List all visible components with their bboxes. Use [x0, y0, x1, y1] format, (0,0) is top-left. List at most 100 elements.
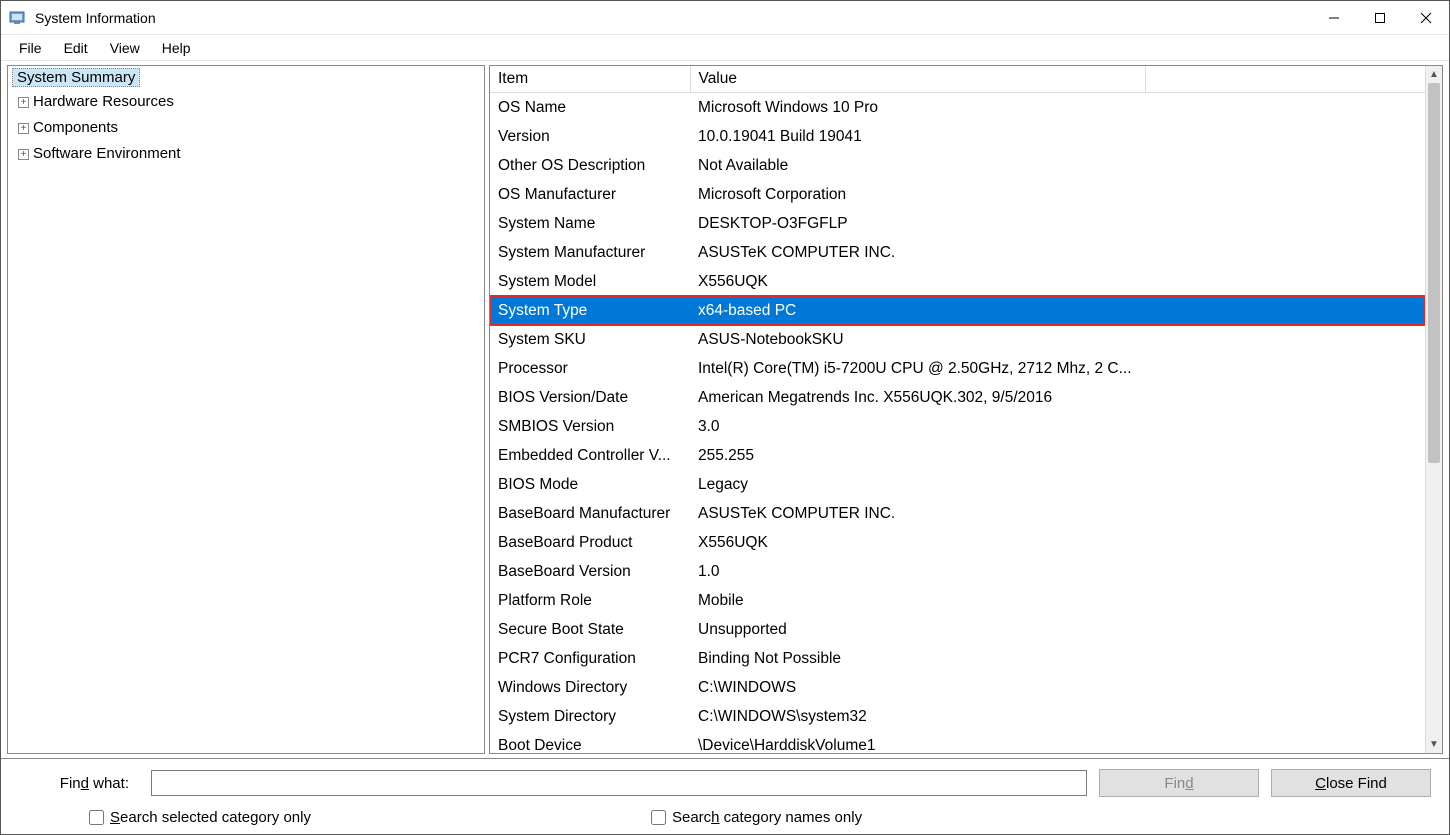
tree-item-label: Software Environment — [33, 142, 181, 166]
minimize-button[interactable] — [1311, 1, 1357, 35]
cell-item: BaseBoard Version — [490, 557, 690, 586]
table-row[interactable]: Boot Device\Device\HarddiskVolume1 — [490, 731, 1425, 753]
cell-item: Embedded Controller V... — [490, 441, 690, 470]
vertical-scrollbar[interactable]: ▲ ▼ — [1425, 66, 1442, 753]
cell-value: Unsupported — [690, 615, 1425, 644]
cell-value: Legacy — [690, 470, 1425, 499]
cell-value: Microsoft Corporation — [690, 180, 1425, 209]
window-title: System Information — [35, 10, 156, 26]
cell-item: Other OS Description — [490, 151, 690, 180]
menubar: File Edit View Help — [1, 35, 1449, 61]
cell-value: 255.255 — [690, 441, 1425, 470]
checkbox-search-selected-input[interactable] — [89, 810, 104, 825]
tree-item-label: Hardware Resources — [33, 90, 174, 114]
cell-value: ASUS-NotebookSKU — [690, 325, 1425, 354]
find-input[interactable] — [151, 770, 1087, 796]
tree-item[interactable]: + Software Environment — [12, 141, 480, 167]
table-row[interactable]: BaseBoard Version1.0 — [490, 557, 1425, 586]
cell-item: System SKU — [490, 325, 690, 354]
table-row[interactable]: OS ManufacturerMicrosoft Corporation — [490, 180, 1425, 209]
cell-item: PCR7 Configuration — [490, 644, 690, 673]
cell-item: Secure Boot State — [490, 615, 690, 644]
cell-value: C:\WINDOWS — [690, 673, 1425, 702]
cell-item: Boot Device — [490, 731, 690, 753]
expand-icon[interactable]: + — [18, 123, 29, 134]
expand-icon[interactable]: + — [18, 97, 29, 108]
menu-view[interactable]: View — [100, 38, 150, 58]
table-row[interactable]: Secure Boot StateUnsupported — [490, 615, 1425, 644]
cell-item: BaseBoard Manufacturer — [490, 499, 690, 528]
column-header-item[interactable]: Item — [490, 66, 690, 93]
table-row[interactable]: System ManufacturerASUSTeK COMPUTER INC. — [490, 238, 1425, 267]
table-row[interactable]: PCR7 ConfigurationBinding Not Possible — [490, 644, 1425, 673]
table-row[interactable]: BaseBoard ProductX556UQK — [490, 528, 1425, 557]
cell-value: 3.0 — [690, 412, 1425, 441]
menu-help[interactable]: Help — [152, 38, 201, 58]
find-button[interactable]: Find — [1099, 769, 1259, 797]
app-icon — [9, 9, 27, 27]
table-row[interactable]: BIOS ModeLegacy — [490, 470, 1425, 499]
cell-value: \Device\HarddiskVolume1 — [690, 731, 1425, 753]
table-row[interactable]: Embedded Controller V...255.255 — [490, 441, 1425, 470]
cell-item: Processor — [490, 354, 690, 383]
menu-edit[interactable]: Edit — [54, 38, 98, 58]
cell-item: SMBIOS Version — [490, 412, 690, 441]
tree-item[interactable]: + Hardware Resources — [12, 89, 480, 115]
table-row[interactable]: System NameDESKTOP-O3FGFLP — [490, 209, 1425, 238]
cell-item: BaseBoard Product — [490, 528, 690, 557]
table-row[interactable]: System ModelX556UQK — [490, 267, 1425, 296]
cell-item: BIOS Mode — [490, 470, 690, 499]
cell-value: 10.0.19041 Build 19041 — [690, 122, 1425, 151]
maximize-button[interactable] — [1357, 1, 1403, 35]
cell-item: Platform Role — [490, 586, 690, 615]
find-bar: Find what: Find Close Find Search select… — [1, 758, 1449, 834]
scroll-up-icon[interactable]: ▲ — [1426, 66, 1442, 83]
table-row[interactable]: OS NameMicrosoft Windows 10 Pro — [490, 93, 1425, 123]
cell-value: Mobile — [690, 586, 1425, 615]
table-row[interactable]: System SKUASUS-NotebookSKU — [490, 325, 1425, 354]
cell-item: System Directory — [490, 702, 690, 731]
detail-table[interactable]: Item Value OS NameMicrosoft Windows 10 P… — [490, 66, 1425, 753]
scrollbar-thumb[interactable] — [1428, 83, 1440, 463]
table-row[interactable]: Version10.0.19041 Build 19041 — [490, 122, 1425, 151]
cell-value: American Megatrends Inc. X556UQK.302, 9/… — [690, 383, 1425, 412]
table-row[interactable]: SMBIOS Version3.0 — [490, 412, 1425, 441]
cell-value: X556UQK — [690, 528, 1425, 557]
cell-item: Windows Directory — [490, 673, 690, 702]
table-row[interactable]: BIOS Version/DateAmerican Megatrends Inc… — [490, 383, 1425, 412]
cell-value: X556UQK — [690, 267, 1425, 296]
table-row[interactable]: Other OS DescriptionNot Available — [490, 151, 1425, 180]
cell-value: ASUSTeK COMPUTER INC. — [690, 499, 1425, 528]
scroll-down-icon[interactable]: ▼ — [1426, 736, 1442, 753]
expand-icon[interactable]: + — [18, 149, 29, 160]
cell-value: 1.0 — [690, 557, 1425, 586]
checkbox-search-names[interactable]: Search category names only — [651, 809, 862, 826]
titlebar: System Information — [1, 1, 1449, 35]
table-row[interactable]: System DirectoryC:\WINDOWS\system32 — [490, 702, 1425, 731]
cell-value: DESKTOP-O3FGFLP — [690, 209, 1425, 238]
tree-item[interactable]: +Components — [12, 115, 480, 141]
column-header-value[interactable]: Value — [690, 66, 1145, 93]
cell-value: ASUSTeK COMPUTER INC. — [690, 238, 1425, 267]
table-row[interactable]: BaseBoard ManufacturerASUSTeK COMPUTER I… — [490, 499, 1425, 528]
close-find-button[interactable]: Close Find — [1271, 769, 1431, 797]
cell-item: Version — [490, 122, 690, 151]
checkbox-search-names-input[interactable] — [651, 810, 666, 825]
table-row[interactable]: Platform RoleMobile — [490, 586, 1425, 615]
close-button[interactable] — [1403, 1, 1449, 35]
cell-item: System Name — [490, 209, 690, 238]
checkbox-search-selected[interactable]: Search selected category only — [89, 809, 311, 826]
menu-file[interactable]: File — [9, 38, 52, 58]
cell-value: Binding Not Possible — [690, 644, 1425, 673]
table-row[interactable]: System Typex64-based PC — [490, 296, 1425, 325]
cell-item: OS Manufacturer — [490, 180, 690, 209]
cell-item: System Model — [490, 267, 690, 296]
cell-value: Not Available — [690, 151, 1425, 180]
tree-root-system-summary[interactable]: System Summary — [12, 68, 140, 87]
category-tree[interactable]: System Summary + Hardware Resources+Compo… — [7, 65, 485, 754]
table-row[interactable]: Windows DirectoryC:\WINDOWS — [490, 673, 1425, 702]
cell-item: System Manufacturer — [490, 238, 690, 267]
cell-value: Microsoft Windows 10 Pro — [690, 93, 1425, 123]
cell-value: C:\WINDOWS\system32 — [690, 702, 1425, 731]
table-row[interactable]: ProcessorIntel(R) Core(TM) i5-7200U CPU … — [490, 354, 1425, 383]
